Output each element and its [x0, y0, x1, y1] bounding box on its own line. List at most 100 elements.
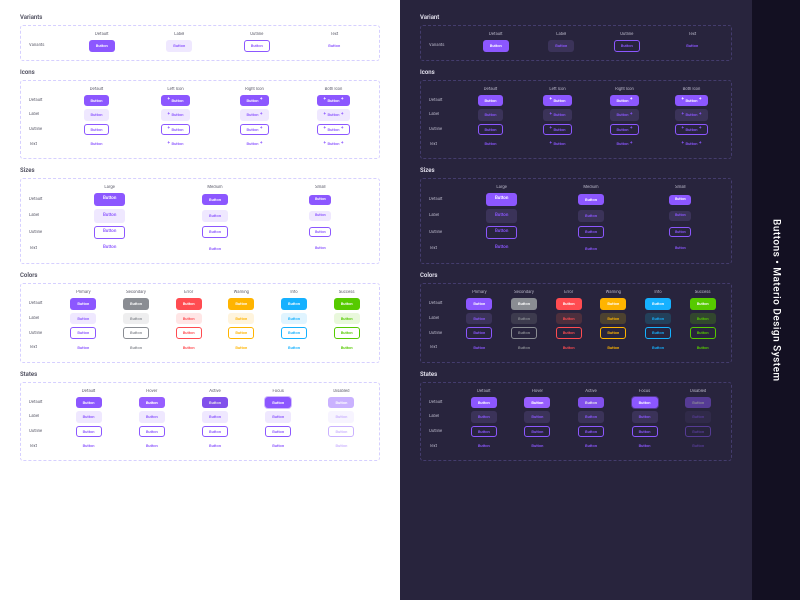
text-button[interactable]: Button [478, 138, 504, 150]
text-button[interactable]: Button [578, 440, 604, 452]
default-button[interactable]: Button [89, 40, 115, 52]
text-button[interactable]: Button [202, 440, 228, 452]
label-button[interactable]: Button [600, 313, 626, 325]
outline-button[interactable]: Button+ [240, 124, 270, 136]
text-button[interactable]: Button [321, 40, 347, 52]
default-button[interactable]: Button [632, 397, 658, 409]
outline-button[interactable]: Button [600, 327, 626, 339]
text-button[interactable]: Button [632, 440, 658, 452]
text-button[interactable]: Button [578, 243, 604, 255]
default-button[interactable]: Button [524, 397, 550, 409]
label-button[interactable]: Button [334, 313, 360, 325]
default-button[interactable]: Button [70, 298, 96, 310]
outline-button[interactable]: Button [202, 426, 228, 438]
outline-button[interactable]: Button [685, 426, 711, 438]
text-button[interactable]: Button [471, 440, 497, 452]
label-button[interactable]: Button [478, 109, 504, 121]
text-button[interactable]: Button [84, 138, 110, 150]
default-button[interactable]: Button [511, 298, 537, 310]
label-button[interactable]: Button [228, 313, 254, 325]
text-button[interactable]: Button [685, 440, 711, 452]
outline-button[interactable]: Button [511, 327, 537, 339]
default-button[interactable]: Button [176, 298, 202, 310]
label-button[interactable]: +Button [543, 109, 573, 121]
default-button[interactable]: Button [94, 193, 125, 206]
label-button[interactable]: Button [176, 313, 202, 325]
default-button[interactable]: Button [669, 195, 691, 205]
outline-button[interactable]: +Button [161, 124, 191, 136]
default-button[interactable]: Button [123, 298, 149, 310]
outline-button[interactable]: Button [471, 426, 497, 438]
label-button[interactable]: Button [328, 411, 354, 423]
text-button[interactable]: Button [690, 342, 716, 354]
default-button[interactable]: Button+ [610, 95, 640, 107]
text-button[interactable]: Button [600, 342, 626, 354]
label-button[interactable]: Button [578, 411, 604, 423]
outline-button[interactable]: Button [578, 226, 604, 238]
label-button[interactable]: Button [94, 209, 125, 222]
text-button[interactable]: Button [556, 342, 582, 354]
default-button[interactable]: Button [645, 298, 671, 310]
outline-button[interactable]: Button [669, 227, 691, 237]
outline-button[interactable]: Button [176, 327, 202, 339]
default-button[interactable]: Button [309, 195, 331, 205]
outline-button[interactable]: Button [139, 426, 165, 438]
default-button[interactable]: +Button+ [317, 95, 351, 107]
outline-button[interactable]: Button [70, 327, 96, 339]
outline-button[interactable]: Button [334, 327, 360, 339]
text-button[interactable]: Button [176, 342, 202, 354]
outline-button[interactable]: Button [84, 124, 110, 136]
text-button[interactable]: Button [265, 440, 291, 452]
outline-button[interactable]: Button [244, 40, 270, 52]
default-button[interactable]: Button [202, 194, 228, 206]
default-button[interactable]: Button [334, 298, 360, 310]
outline-button[interactable]: Button [202, 226, 228, 238]
label-button[interactable]: Button [202, 210, 228, 222]
label-button[interactable]: Button [578, 210, 604, 222]
label-button[interactable]: +Button+ [675, 109, 709, 121]
label-button[interactable]: Button [632, 411, 658, 423]
default-button[interactable]: Button [328, 397, 354, 409]
default-button[interactable]: Button [76, 397, 102, 409]
text-button[interactable]: +Button [543, 138, 573, 150]
default-button[interactable]: +Button [161, 95, 191, 107]
label-button[interactable]: Button [669, 211, 691, 221]
label-button[interactable]: Button [281, 313, 307, 325]
default-button[interactable]: Button [466, 298, 492, 310]
text-button[interactable]: Button [669, 243, 691, 253]
outline-button[interactable]: Button [228, 327, 254, 339]
label-button[interactable]: Button [685, 411, 711, 423]
outline-button[interactable]: +Button [543, 124, 573, 136]
outline-button[interactable]: Button [466, 327, 492, 339]
outline-button[interactable]: Button [645, 327, 671, 339]
text-button[interactable]: Button [334, 342, 360, 354]
outline-button[interactable]: Button [94, 226, 125, 239]
default-button[interactable]: Button [556, 298, 582, 310]
text-button[interactable]: Button [139, 440, 165, 452]
label-button[interactable]: Button [548, 40, 574, 52]
label-button[interactable]: Button [265, 411, 291, 423]
default-button[interactable]: Button [690, 298, 716, 310]
label-button[interactable]: +Button+ [317, 109, 351, 121]
label-button[interactable]: Button [471, 411, 497, 423]
label-button[interactable]: Button [84, 109, 110, 121]
outline-button[interactable]: Button [614, 40, 640, 52]
text-button[interactable]: Button [76, 440, 102, 452]
text-button[interactable]: +Button [161, 138, 191, 150]
default-button[interactable]: Button+ [240, 95, 270, 107]
text-button[interactable]: Button+ [610, 138, 640, 150]
label-button[interactable]: Button [309, 211, 331, 221]
text-button[interactable]: Button [328, 440, 354, 452]
text-button[interactable]: Button+ [240, 138, 270, 150]
label-button[interactable]: Button [202, 411, 228, 423]
label-button[interactable]: Button [645, 313, 671, 325]
outline-button[interactable]: Button [328, 426, 354, 438]
label-button[interactable]: Button [556, 313, 582, 325]
text-button[interactable]: Button [202, 243, 228, 255]
text-button[interactable]: Button [679, 40, 705, 52]
outline-button[interactable]: Button+ [610, 124, 640, 136]
default-button[interactable]: Button [471, 397, 497, 409]
default-button[interactable]: Button [265, 397, 291, 409]
outline-button[interactable]: Button [281, 327, 307, 339]
outline-button[interactable]: Button [556, 327, 582, 339]
